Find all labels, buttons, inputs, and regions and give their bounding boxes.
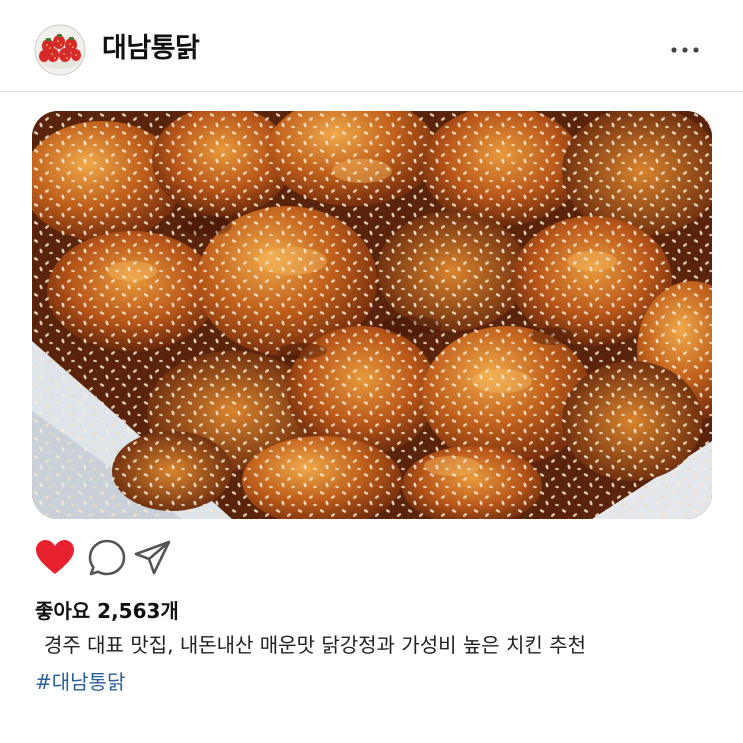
more-dots-icon[interactable] (669, 40, 703, 60)
share-send-icon[interactable] (132, 537, 174, 579)
post-caption: 경주 대표 맛집, 내돈내산 매운맛 닭강정과 가성비 높은 치킨 추천 (44, 633, 586, 657)
hashtag-link[interactable]: #대남통닭 (35, 667, 125, 697)
strawberry-avatar-graphic (34, 24, 86, 76)
fried-chicken-photo[interactable] (32, 111, 712, 519)
likes-count[interactable]: 좋아요 2,563개 (35, 597, 179, 625)
comment-icon[interactable] (86, 537, 128, 579)
fried-chicken-image (32, 111, 712, 519)
post-username[interactable]: 대남통닭 (102, 31, 200, 67)
strawberry-avatar-icon[interactable] (34, 24, 86, 76)
post-header: 대남통닭 (0, 0, 743, 92)
heart-icon[interactable] (34, 537, 76, 579)
post-action-bar (34, 537, 234, 579)
